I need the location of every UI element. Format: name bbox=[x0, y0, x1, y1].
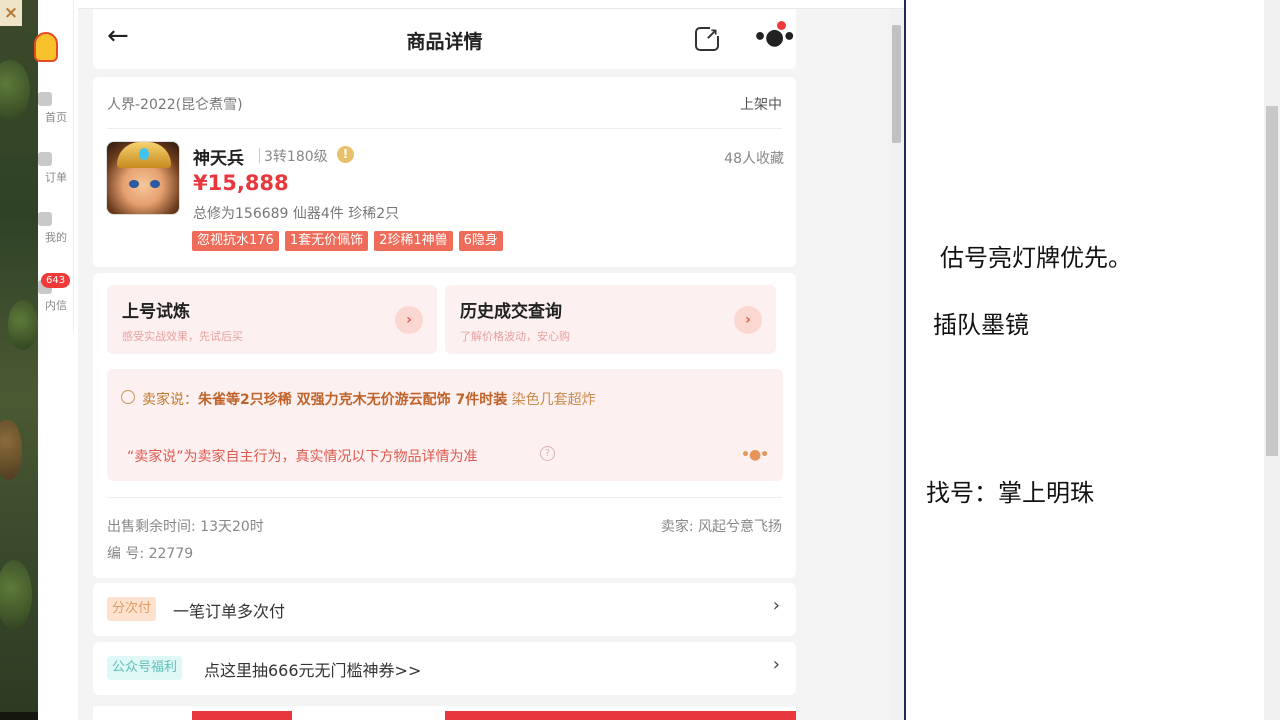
seller-name[interactable]: 卖家: 风起兮意飞扬 bbox=[661, 516, 782, 536]
remaining-time: 出售剩余时间: 13天20时 bbox=[107, 519, 264, 535]
listing-status: 上架中 bbox=[740, 97, 782, 113]
public-account-badge: 公众号福利 bbox=[107, 656, 183, 680]
warning-icon[interactable]: ! bbox=[337, 146, 354, 163]
chat-icon bbox=[121, 390, 135, 404]
installment-row[interactable]: 分次付 一笔订单多次付 › bbox=[93, 583, 796, 636]
game-scenery bbox=[0, 60, 30, 120]
order-icon bbox=[38, 152, 52, 166]
page-title: 商品详情 bbox=[406, 31, 483, 53]
sidebar-item-home[interactable]: 首页 bbox=[38, 92, 74, 125]
notification-dot bbox=[777, 21, 786, 30]
coupon-row[interactable]: 公众号福利 点这里抽666元无门槛神券>> › bbox=[93, 642, 796, 695]
actions-card: 上号试炼 感受实战效果，先试后买 › 历史成交查询 了解价格波动，安心购 › 卖… bbox=[93, 273, 796, 578]
sidebar-item-mine[interactable]: 我的 bbox=[38, 212, 74, 245]
note-line: 估号亮灯牌优先。 bbox=[940, 244, 1132, 272]
game-scenery bbox=[0, 560, 32, 630]
action-subtitle: 了解价格波动，安心购 bbox=[460, 330, 570, 343]
price: ¥15,888 bbox=[193, 171, 289, 195]
scrollbar[interactable] bbox=[889, 9, 904, 720]
tag-list: 忽视抗水176 1套无价佩饰 2珍稀1神兽 6隐身 bbox=[192, 231, 503, 251]
action-title: 历史成交查询 bbox=[460, 302, 562, 322]
sidebar-item-label: 订单 bbox=[45, 171, 67, 184]
seller-says-text: 卖家说：朱雀等2只珍稀 双强力克木无价游云配饰 7件时装 染色几套超炸 bbox=[142, 389, 596, 409]
divider bbox=[107, 497, 782, 498]
message-count-badge: 643 bbox=[41, 273, 71, 288]
sidebar-item-label: 首页 bbox=[45, 111, 67, 124]
home-icon bbox=[38, 92, 52, 106]
character-level: 3转180级 bbox=[264, 149, 328, 165]
seller-says-prefix: 卖家说： bbox=[142, 392, 198, 408]
game-window-edge bbox=[0, 0, 38, 720]
seller-says-disclaimer: “卖家说”为卖家自主行为，真实情况以下方物品详情为准 bbox=[127, 449, 478, 465]
tag: 忽视抗水176 bbox=[192, 231, 279, 251]
note-line: 找号：掌上明珠 bbox=[926, 479, 1094, 507]
character-avatar[interactable] bbox=[106, 141, 180, 215]
tag: 1套无价佩饰 bbox=[284, 231, 369, 251]
game-window-bottom bbox=[0, 712, 38, 720]
game-scenery bbox=[0, 420, 22, 480]
game-scenery bbox=[8, 300, 38, 350]
tag: 2珍稀1神兽 bbox=[374, 231, 453, 251]
character-stats: 总修为156689 仙器4件 珍稀2只 bbox=[193, 206, 400, 222]
sidebar-item-label: 内信 bbox=[45, 299, 67, 312]
chevron-right-icon: › bbox=[772, 595, 780, 616]
chevron-right-icon: › bbox=[395, 306, 423, 334]
more-icon[interactable]: •●• bbox=[753, 25, 796, 50]
share-arrow-icon: ↗ bbox=[705, 25, 719, 44]
divider bbox=[107, 128, 782, 129]
sidebar-item-label: 我的 bbox=[45, 231, 67, 244]
seller-says-plain: 染色几套超炸 bbox=[507, 392, 596, 408]
help-icon[interactable]: ? bbox=[540, 446, 555, 461]
scrollbar[interactable] bbox=[1264, 0, 1280, 720]
action-title: 上号试炼 bbox=[122, 302, 190, 322]
action-subtitle: 感受实战效果，先试后买 bbox=[122, 330, 243, 343]
notes-panel: 估号亮灯牌优先。 插队墨镜 找号：掌上明珠 bbox=[906, 0, 1264, 720]
seller-says-box: 卖家说：朱雀等2只珍稀 双强力克木无价游云配饰 7件时装 染色几套超炸 “卖家说… bbox=[107, 369, 783, 481]
divider bbox=[259, 148, 260, 163]
close-button[interactable]: × bbox=[0, 0, 22, 26]
product-detail-page: ← 商品详情 ↗ •●• 人界-2022(昆仑煮雪) 上架中 神天兵 3转180… bbox=[78, 8, 904, 720]
serial-number: 编 号: 22779 bbox=[107, 546, 194, 562]
chevron-right-icon: › bbox=[772, 654, 780, 675]
more-dots-icon[interactable]: •●• bbox=[741, 447, 769, 463]
chevron-right-icon: › bbox=[734, 306, 762, 334]
user-icon bbox=[38, 212, 52, 226]
row-text: 点这里抽666元无门槛神券>> bbox=[204, 661, 422, 680]
history-query-button[interactable]: 历史成交查询 了解价格波动，安心购 › bbox=[445, 285, 776, 354]
app-logo bbox=[34, 20, 60, 70]
character-name: 神天兵 bbox=[193, 149, 244, 169]
buy-button[interactable] bbox=[445, 711, 796, 720]
scrollbar-thumb[interactable] bbox=[1266, 106, 1278, 456]
sidebar-item-orders[interactable]: 订单 bbox=[38, 152, 74, 185]
bottom-action-accent[interactable] bbox=[192, 711, 292, 720]
row-text: 一笔订单多次付 bbox=[173, 602, 286, 621]
seller-says-highlight: 朱雀等2只珍稀 双强力克木无价游云配饰 7件时装 bbox=[198, 392, 508, 408]
trial-login-button[interactable]: 上号试炼 感受实战效果，先试后买 › bbox=[107, 285, 437, 354]
note-line: 插队墨镜 bbox=[933, 311, 1029, 339]
scrollbar-thumb[interactable] bbox=[892, 25, 901, 143]
tag: 6隐身 bbox=[458, 231, 503, 251]
product-card: 人界-2022(昆仑煮雪) 上架中 神天兵 3转180级 ! 48人收藏 ¥15… bbox=[93, 77, 796, 267]
favorite-count: 48人收藏 bbox=[724, 151, 784, 167]
server-name: 人界-2022(昆仑煮雪) bbox=[107, 97, 243, 113]
top-nav: ← 商品详情 ↗ •●• bbox=[93, 9, 796, 69]
installment-badge: 分次付 bbox=[107, 597, 157, 621]
